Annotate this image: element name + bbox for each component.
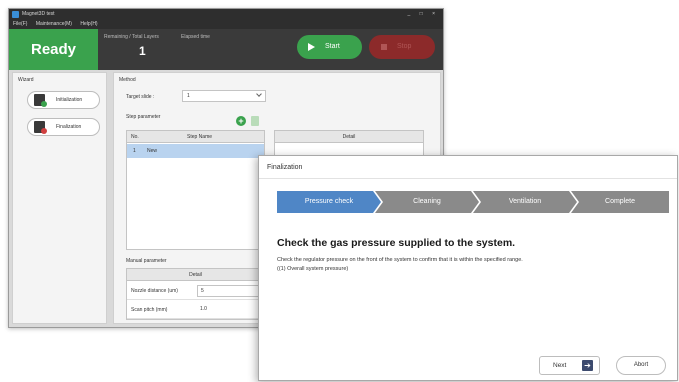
manual-parameter-label: Manual parameter [126, 258, 167, 264]
manual-detail-header: Detail [127, 269, 264, 281]
step-ventilation: Ventilation [473, 191, 577, 213]
step-pressure-check: Pressure check [277, 191, 381, 213]
initialization-label: Initialization [56, 97, 83, 103]
scan-pitch-label: Scan pitch (mm) [131, 307, 168, 313]
window-controls[interactable]: _ □ × [408, 9, 440, 20]
step-complete: Complete [571, 191, 669, 213]
next-button-label: Next [553, 362, 567, 369]
detail-header: Detail [275, 131, 423, 143]
nozzle-distance-input[interactable]: 5 [197, 285, 263, 297]
play-icon [308, 43, 315, 51]
target-slide-value: 1 [187, 93, 190, 99]
step-progress: Pressure check Cleaning Ventilation Comp… [277, 191, 669, 213]
arrow-right-icon: ➔ [582, 360, 593, 371]
step-row-name: New [147, 148, 158, 154]
menu-bar: File(F) Maintenance(M) Help(H) [9, 20, 443, 29]
title-bar: Magnet3D test _ □ × [9, 9, 443, 20]
menu-help[interactable]: Help(H) [80, 21, 97, 27]
table-row: Nozzle distance (um) 5 [127, 282, 264, 300]
stop-icon [381, 44, 387, 50]
chevron-down-icon [256, 91, 262, 97]
app-logo-icon [12, 11, 19, 18]
status-ready: Ready [9, 29, 98, 70]
dialog-subitem: ((1) Overall system pressure) [277, 266, 349, 272]
step-label: Ventilation [508, 198, 542, 205]
step-col-no: No. [131, 134, 139, 140]
next-button[interactable]: Next ➔ [539, 356, 600, 375]
target-slide-label: Target slide : [126, 94, 155, 100]
wizard-title: Wizard [18, 77, 34, 83]
delete-icon[interactable] [251, 116, 259, 126]
step-table: No. Step Name 1 New [126, 130, 265, 250]
step-cleaning: Cleaning [375, 191, 479, 213]
step-label: Pressure check [304, 198, 354, 205]
layers-label: Remaining / Total Layers [104, 34, 159, 40]
layers-value: 1 [139, 44, 146, 58]
table-row[interactable]: 1 New [127, 144, 264, 158]
start-button-label: Start [325, 43, 340, 50]
start-button[interactable]: Start [297, 35, 362, 59]
stop-button[interactable]: Stop [369, 35, 435, 59]
window-title: Magnet3D test [22, 11, 55, 17]
divider [259, 178, 677, 179]
step-col-name: Step Name [187, 134, 213, 140]
dialog-heading: Check the gas pressure supplied to the s… [277, 237, 516, 249]
scan-pitch-value[interactable]: 1.0 [197, 304, 263, 316]
finalization-button[interactable]: Finalization [27, 118, 100, 136]
stop-button-label: Stop [397, 43, 412, 50]
step-label: Complete [605, 198, 635, 205]
wizard-panel: Wizard Initialization Finalization [12, 72, 107, 324]
menu-file[interactable]: File(F) [13, 21, 27, 27]
target-slide-select[interactable]: 1 [182, 90, 266, 102]
dialog-instruction: Check the regulator pressure on the fron… [277, 257, 523, 263]
nozzle-distance-label: Nozzle distance (um) [131, 288, 178, 294]
finalization-icon [34, 121, 47, 134]
elapsed-time-label: Elapsed time [181, 34, 210, 40]
step-table-header: No. Step Name [127, 131, 264, 143]
step-parameter-label: Step parameter [126, 114, 161, 120]
table-row: Scan pitch (mm) 1.0 [127, 301, 264, 319]
initialization-button[interactable]: Initialization [27, 91, 100, 109]
add-icon[interactable]: + [236, 116, 246, 126]
finalization-dialog: Finalization Pressure check Cleaning Ven… [258, 155, 678, 381]
step-label: Cleaning [413, 198, 441, 205]
screenshot-stage: Magnet3D test _ □ × File(F) Maintenance(… [0, 0, 679, 382]
step-row-no: 1 [133, 148, 136, 154]
method-title: Method [119, 77, 136, 83]
manual-table: Detail Nozzle distance (um) 5 Scan pitch… [126, 268, 265, 320]
menu-maintenance[interactable]: Maintenance(M) [36, 21, 72, 27]
initialization-icon [34, 94, 47, 107]
dialog-title: Finalization [267, 164, 303, 171]
status-bar: Ready Remaining / Total Layers 1 Elapsed… [9, 29, 443, 70]
finalization-label: Finalization [56, 124, 82, 130]
abort-button[interactable]: Abort [616, 356, 666, 375]
